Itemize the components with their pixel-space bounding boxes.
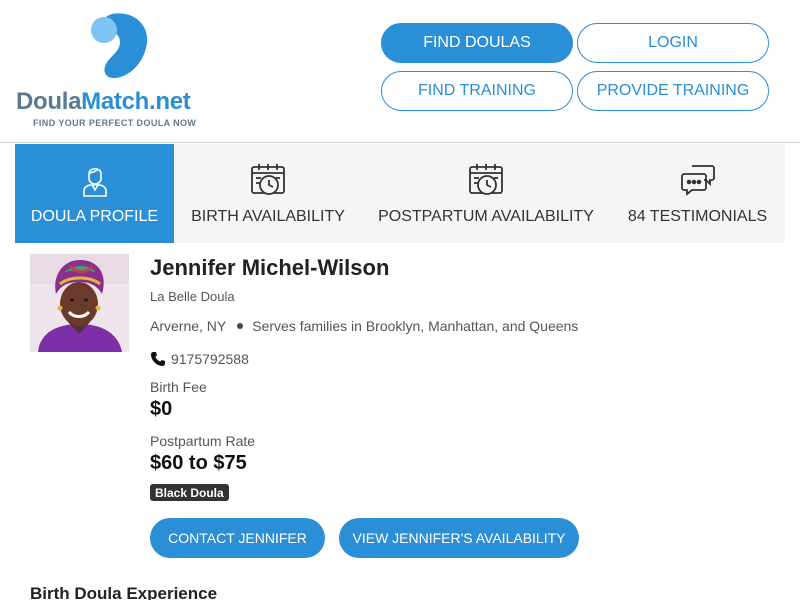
doula-person-icon <box>82 167 107 197</box>
postpartum-rate-value: $60 to $75 <box>150 452 247 474</box>
birth-fee-value: $0 <box>150 398 173 420</box>
phone-icon <box>151 352 165 366</box>
tab-doula-profile[interactable]: DOULA PROFILE <box>15 144 174 243</box>
tab-postpartum-availability[interactable]: POSTPARTUM AVAILABILITY <box>362 144 610 243</box>
location-line: Arverne, NY Serves families in Brooklyn,… <box>150 318 578 334</box>
site-logo[interactable]: DoulaMatch.net FIND YOUR PERFECT DOULA N… <box>16 12 221 132</box>
logo-word-doula: Doula <box>16 88 82 115</box>
chat-bubbles-icon <box>680 165 715 196</box>
doula-portrait-image <box>30 254 129 352</box>
logo-tagline: FIND YOUR PERFECT DOULA NOW <box>33 118 197 128</box>
login-button[interactable]: LOGIN <box>577 23 769 63</box>
business-name: La Belle Doula <box>150 289 235 304</box>
logo-word-match: Match.net <box>81 88 191 115</box>
find-doulas-button[interactable]: FIND DOULAS <box>381 23 573 63</box>
calendar-clock-icon <box>469 164 503 195</box>
calendar-clock-icon <box>251 164 285 195</box>
service-area: Serves families in Brooklyn, Manhattan, … <box>252 318 579 334</box>
birth-experience-heading: Birth Doula Experience <box>30 584 218 600</box>
tab-birth-availability[interactable]: BIRTH AVAILABILITY <box>174 144 362 243</box>
logo-wordmark: DoulaMatch.net <box>16 88 191 116</box>
profile-tabs: DOULA PROFILE BIRTH AVAILABILITY POSTPAR… <box>15 144 785 243</box>
find-training-button[interactable]: FIND TRAINING <box>381 71 573 111</box>
bullet-separator <box>237 323 244 329</box>
phone-line[interactable]: 9175792588 <box>150 351 249 367</box>
provide-training-button[interactable]: PROVIDE TRAINING <box>577 71 769 111</box>
tab-label: POSTPARTUM AVAILABILITY <box>378 208 594 225</box>
tab-label: BIRTH AVAILABILITY <box>191 208 345 225</box>
doula-photo <box>30 254 129 352</box>
contact-button[interactable]: CONTACT JENNIFER <box>150 518 325 558</box>
tab-label: 84 TESTIMONIALS <box>627 208 768 225</box>
logo-mark-icon <box>91 13 148 79</box>
doula-name: Jennifer Michel-Wilson <box>150 255 390 280</box>
status-badge: Black Doula <box>150 484 229 501</box>
phone-number[interactable]: 9175792588 <box>171 351 249 367</box>
site-header: DoulaMatch.net FIND YOUR PERFECT DOULA N… <box>0 0 800 143</box>
view-availability-button[interactable]: VIEW JENNIFER'S AVAILABILITY <box>339 518 579 558</box>
birth-fee-label: Birth Fee <box>150 379 207 395</box>
tab-testimonials[interactable]: 84 TESTIMONIALS <box>610 144 785 243</box>
tab-label: DOULA PROFILE <box>30 208 159 225</box>
city: Arverne, NY <box>150 318 227 334</box>
postpartum-rate-label: Postpartum Rate <box>150 433 256 449</box>
